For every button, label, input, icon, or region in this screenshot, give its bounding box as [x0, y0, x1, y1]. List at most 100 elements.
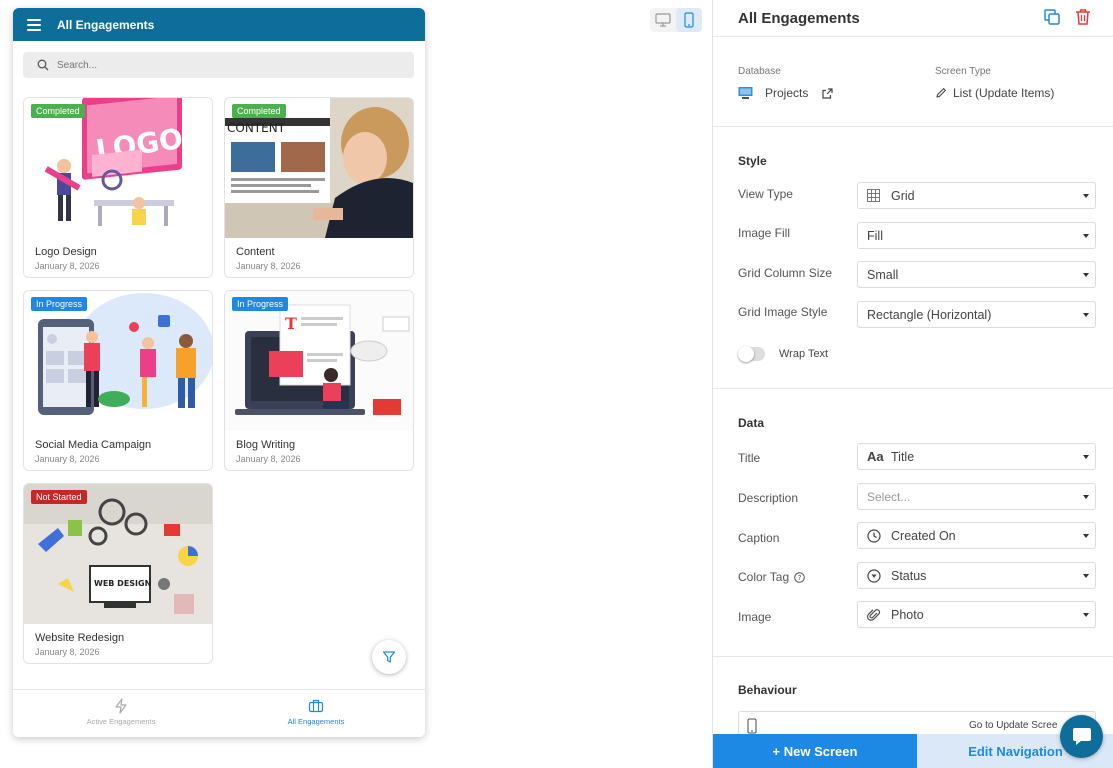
- svg-text:CONTENT: CONTENT: [227, 121, 286, 135]
- behaviour-heading: Behaviour: [738, 683, 797, 697]
- status-badge: Not Started: [31, 490, 87, 504]
- desktop-view-button[interactable]: [650, 8, 676, 32]
- panel-title: All Engagements: [738, 10, 860, 27]
- card-image-blog: T: [225, 291, 413, 431]
- view-type-value: Grid: [891, 188, 915, 203]
- caption-field-select[interactable]: Created On: [857, 522, 1096, 549]
- status-badge: Completed: [31, 104, 85, 118]
- mobile-icon: [747, 718, 757, 734]
- toggle-knob: [738, 346, 754, 362]
- view-type-label: View Type: [738, 187, 793, 201]
- chevron-down-icon: [1083, 574, 1089, 578]
- image-field-select[interactable]: Photo: [857, 601, 1096, 628]
- chat-support-button[interactable]: [1060, 715, 1103, 758]
- help-icon[interactable]: ?: [794, 571, 805, 583]
- device-toggle: [650, 8, 702, 32]
- mobile-icon: [684, 12, 694, 28]
- grid-column-size-select[interactable]: Small: [857, 261, 1096, 288]
- chevron-down-icon: [1083, 234, 1089, 238]
- duplicate-icon[interactable]: [1043, 8, 1061, 26]
- wrap-text-toggle[interactable]: [738, 346, 765, 362]
- search-icon: [37, 59, 49, 71]
- view-type-select[interactable]: Grid: [857, 182, 1096, 209]
- grid-icon: [867, 189, 880, 202]
- search-input[interactable]: [57, 59, 357, 71]
- title-field-label: Title: [738, 451, 761, 465]
- bottom-navigation: Active Engagements All Engagements: [13, 689, 425, 737]
- nav-all-engagements[interactable]: All Engagements: [213, 698, 419, 726]
- nav-label: All Engagements: [287, 717, 345, 726]
- app-header: All Engagements: [13, 8, 425, 41]
- engagement-card-blog-writing[interactable]: T In Progress Blog Writing January 8, 20…: [224, 290, 414, 471]
- svg-text:WEB DESIGN: WEB DESIGN: [94, 579, 151, 588]
- screen-type-label: Screen Type: [935, 66, 991, 77]
- new-screen-button[interactable]: + New Screen: [713, 734, 917, 768]
- card-image-content: CONTENT: [225, 98, 413, 238]
- image-fill-select[interactable]: Fill: [857, 222, 1096, 249]
- engagement-card-logo-design[interactable]: LOGO Completed Logo Design January 8, 20…: [23, 97, 213, 278]
- chevron-down-icon: [1083, 194, 1089, 198]
- status-badge: Completed: [232, 104, 286, 118]
- monitor-icon: [738, 87, 753, 99]
- phone-preview: All Engagements LOGO: [13, 8, 425, 737]
- screen-type-value: List (Update Items): [953, 86, 1055, 100]
- external-link-icon[interactable]: [822, 87, 833, 99]
- card-title: Logo Design: [35, 246, 97, 258]
- title-field-select[interactable]: Aa Title: [857, 443, 1096, 470]
- card-date: January 8, 2026: [236, 261, 301, 271]
- settings-panel: All Engagements Database Projects Screen…: [712, 0, 1113, 768]
- card-title: Blog Writing: [236, 439, 296, 451]
- description-field-select[interactable]: Select...: [857, 483, 1096, 510]
- card-image-website: WEB DESIGN: [24, 484, 212, 624]
- engagement-card-website-redesign[interactable]: WEB DESIGN Not Started Website Redesign …: [23, 483, 213, 664]
- card-date: January 8, 2026: [236, 454, 301, 464]
- chevron-down-icon: [1083, 273, 1089, 277]
- style-heading: Style: [738, 154, 767, 168]
- card-title: Social Media Campaign: [35, 439, 152, 451]
- image-field-label: Image: [738, 610, 772, 624]
- chevron-down-icon: [1083, 495, 1089, 499]
- chevron-down-icon: [1083, 455, 1089, 459]
- wrap-text-label: Wrap Text: [779, 348, 829, 360]
- svg-text:?: ?: [798, 574, 802, 582]
- grid-image-style-label: Grid Image Style: [738, 305, 828, 319]
- pencil-icon: [936, 88, 946, 98]
- color-tag-field-label: Color Tag ?: [738, 570, 805, 584]
- text-icon: Aa: [867, 449, 884, 464]
- card-title: Content: [236, 246, 275, 258]
- description-field-label: Description: [738, 491, 799, 505]
- status-badge: In Progress: [31, 297, 88, 311]
- engagement-card-social-media[interactable]: In Progress Social Media Campaign Januar…: [23, 290, 213, 471]
- card-image-logo: LOGO: [24, 98, 212, 238]
- dropdown-circle-icon: [867, 568, 881, 583]
- chevron-down-icon: [1083, 534, 1089, 538]
- briefcase-icon: [308, 699, 324, 713]
- hamburger-menu-icon[interactable]: [27, 18, 41, 31]
- color-tag-field-value: Status: [891, 568, 927, 583]
- grid-column-size-value: Small: [867, 267, 899, 282]
- grid-column-size-label: Grid Column Size: [738, 266, 833, 280]
- mobile-view-button[interactable]: [676, 8, 702, 32]
- card-date: January 8, 2026: [35, 647, 100, 657]
- desktop-icon: [655, 13, 671, 27]
- engagement-card-content[interactable]: CONTENT Completed Content January 8, 202…: [224, 97, 414, 278]
- nav-active-engagements[interactable]: Active Engagements: [18, 698, 224, 726]
- status-badge: In Progress: [232, 297, 289, 311]
- image-field-value: Photo: [891, 607, 924, 622]
- filter-icon: [382, 651, 396, 663]
- grid-image-style-select[interactable]: Rectangle (Horizontal): [857, 301, 1096, 328]
- svg-text:T: T: [285, 314, 297, 333]
- goto-text: Go to Update Scree: [969, 720, 1058, 731]
- search-bar[interactable]: [23, 52, 414, 78]
- title-field-value: Title: [891, 449, 915, 464]
- color-tag-field-select[interactable]: Status: [857, 562, 1096, 589]
- description-field-value: Select...: [867, 489, 911, 504]
- data-heading: Data: [738, 416, 765, 430]
- lightning-icon: [115, 698, 127, 714]
- delete-icon[interactable]: [1075, 8, 1091, 26]
- filter-button[interactable]: [372, 640, 406, 674]
- chevron-down-icon: [1083, 613, 1089, 617]
- clock-icon: [867, 528, 881, 543]
- database-link[interactable]: Projects: [738, 86, 833, 100]
- database-value: Projects: [765, 86, 809, 100]
